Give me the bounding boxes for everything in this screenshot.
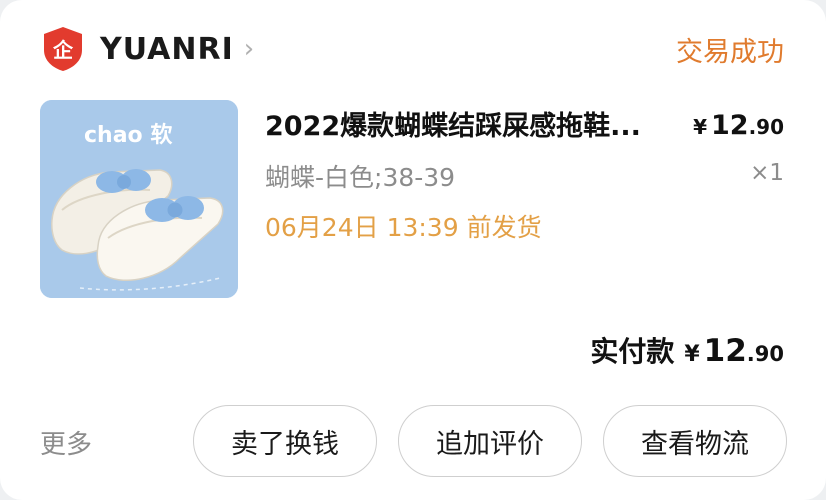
view-logistics-button[interactable]: 查看物流 [603, 405, 787, 477]
total-integer: 12 [703, 333, 747, 369]
order-status: 交易成功 [676, 37, 784, 68]
shipping-deadline: 06月24日 13:39 前发货 [265, 213, 542, 242]
slipper-image: chao 软 [40, 100, 238, 298]
product-price: ¥12.90 [693, 110, 784, 141]
thumb-caption: chao 软 [84, 122, 172, 148]
price-integer: 12 [710, 110, 749, 141]
product-quantity: ×1 [750, 160, 784, 186]
chevron-right-icon: › [243, 34, 255, 64]
order-card[interactable]: 企 YUANRI › 交易成功 chao 软 2022爆款蝴蝶结踩屎感拖鞋... [0, 0, 826, 500]
shop-logo-char: 企 [52, 38, 74, 62]
add-review-button[interactable]: 追加评价 [398, 405, 582, 477]
total-label: 实付款 [590, 335, 675, 368]
shop-shield-icon: 企 [44, 27, 82, 71]
product-variant: 蝴蝶-白色;38-39 [265, 163, 456, 192]
total-decimal: .90 [746, 342, 784, 366]
product-title[interactable]: 2022爆款蝴蝶结踩屎感拖鞋... [265, 104, 695, 143]
shop-name[interactable]: YUANRI [100, 32, 234, 67]
sell-for-cash-button[interactable]: 卖了换钱 [193, 405, 377, 477]
total-currency: ¥ [684, 342, 700, 367]
price-decimal: .90 [748, 115, 784, 139]
price-currency: ¥ [693, 115, 707, 139]
shop-header[interactable]: 企 YUANRI › [42, 26, 254, 72]
product-thumbnail[interactable]: chao 软 [40, 100, 238, 298]
more-link[interactable]: 更多 [40, 424, 92, 461]
total-paid: 实付款 ¥12.90 [590, 330, 784, 370]
